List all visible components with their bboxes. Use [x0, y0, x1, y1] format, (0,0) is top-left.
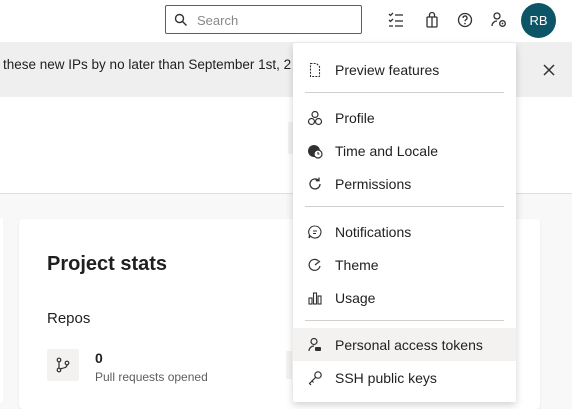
task-list-icon[interactable]: [387, 11, 405, 29]
person-key-icon: [308, 337, 321, 352]
palette-icon: [308, 258, 321, 271]
menu-item-label: Profile: [335, 110, 375, 126]
search-input[interactable]: Search: [197, 13, 238, 28]
pull-requests-count: 0: [95, 350, 103, 366]
menu-item-label: Permissions: [335, 176, 412, 192]
user-settings-icon[interactable]: [490, 11, 508, 29]
menu-item-notifications[interactable]: Notifications: [293, 215, 516, 248]
menu-item-ssh-public-keys[interactable]: SSH public keys: [293, 361, 516, 394]
menu-item-label: Personal access tokens: [335, 337, 483, 353]
chat-bubble-icon: [308, 225, 322, 239]
menu-item-preview-features[interactable]: Preview features: [293, 53, 516, 86]
help-icon[interactable]: [456, 11, 474, 29]
menu-item-label: Time and Locale: [335, 143, 438, 159]
shopping-bag-icon[interactable]: [423, 11, 441, 29]
search-box[interactable]: Search: [165, 5, 362, 34]
key-icon: [308, 371, 322, 386]
menu-item-permissions[interactable]: Permissions: [293, 167, 516, 200]
banner-text: these new IPs by no later than September…: [3, 57, 292, 72]
globe-clock-icon: [308, 145, 323, 159]
menu-item-label: Usage: [335, 290, 376, 306]
repos-section-label: Repos: [47, 310, 91, 327]
project-stats-title: Project stats: [47, 253, 168, 275]
menu-divider: [305, 320, 504, 321]
menu-item-label: Theme: [335, 257, 379, 273]
menu-divider: [305, 92, 504, 93]
user-settings-menu: Preview features Profile Time and Locale…: [293, 43, 516, 402]
menu-item-profile[interactable]: Profile: [293, 101, 516, 134]
menu-item-personal-access-tokens[interactable]: Personal access tokens: [293, 328, 516, 361]
close-icon[interactable]: [542, 63, 556, 77]
search-icon: [174, 13, 187, 26]
menu-item-usage[interactable]: Usage: [293, 281, 516, 314]
stat-tile-edge: [286, 351, 292, 379]
profile-icon: [307, 110, 323, 126]
refresh-icon: [309, 177, 321, 190]
menu-item-label: SSH public keys: [335, 370, 437, 386]
pull-requests-label: Pull requests opened: [95, 370, 208, 384]
adjacent-card-edge: [0, 218, 3, 402]
pull-request-icon: [47, 349, 79, 381]
menu-item-theme[interactable]: Theme: [293, 248, 516, 281]
menu-item-label: Notifications: [335, 224, 412, 240]
menu-item-time-and-locale[interactable]: Time and Locale: [293, 134, 516, 167]
top-bar: Search RB: [0, 0, 572, 42]
menu-item-label: Preview features: [335, 62, 440, 78]
bar-chart-icon: [308, 292, 322, 305]
menu-divider: [305, 206, 504, 207]
avatar[interactable]: RB: [521, 3, 556, 38]
page-icon: [309, 62, 321, 78]
